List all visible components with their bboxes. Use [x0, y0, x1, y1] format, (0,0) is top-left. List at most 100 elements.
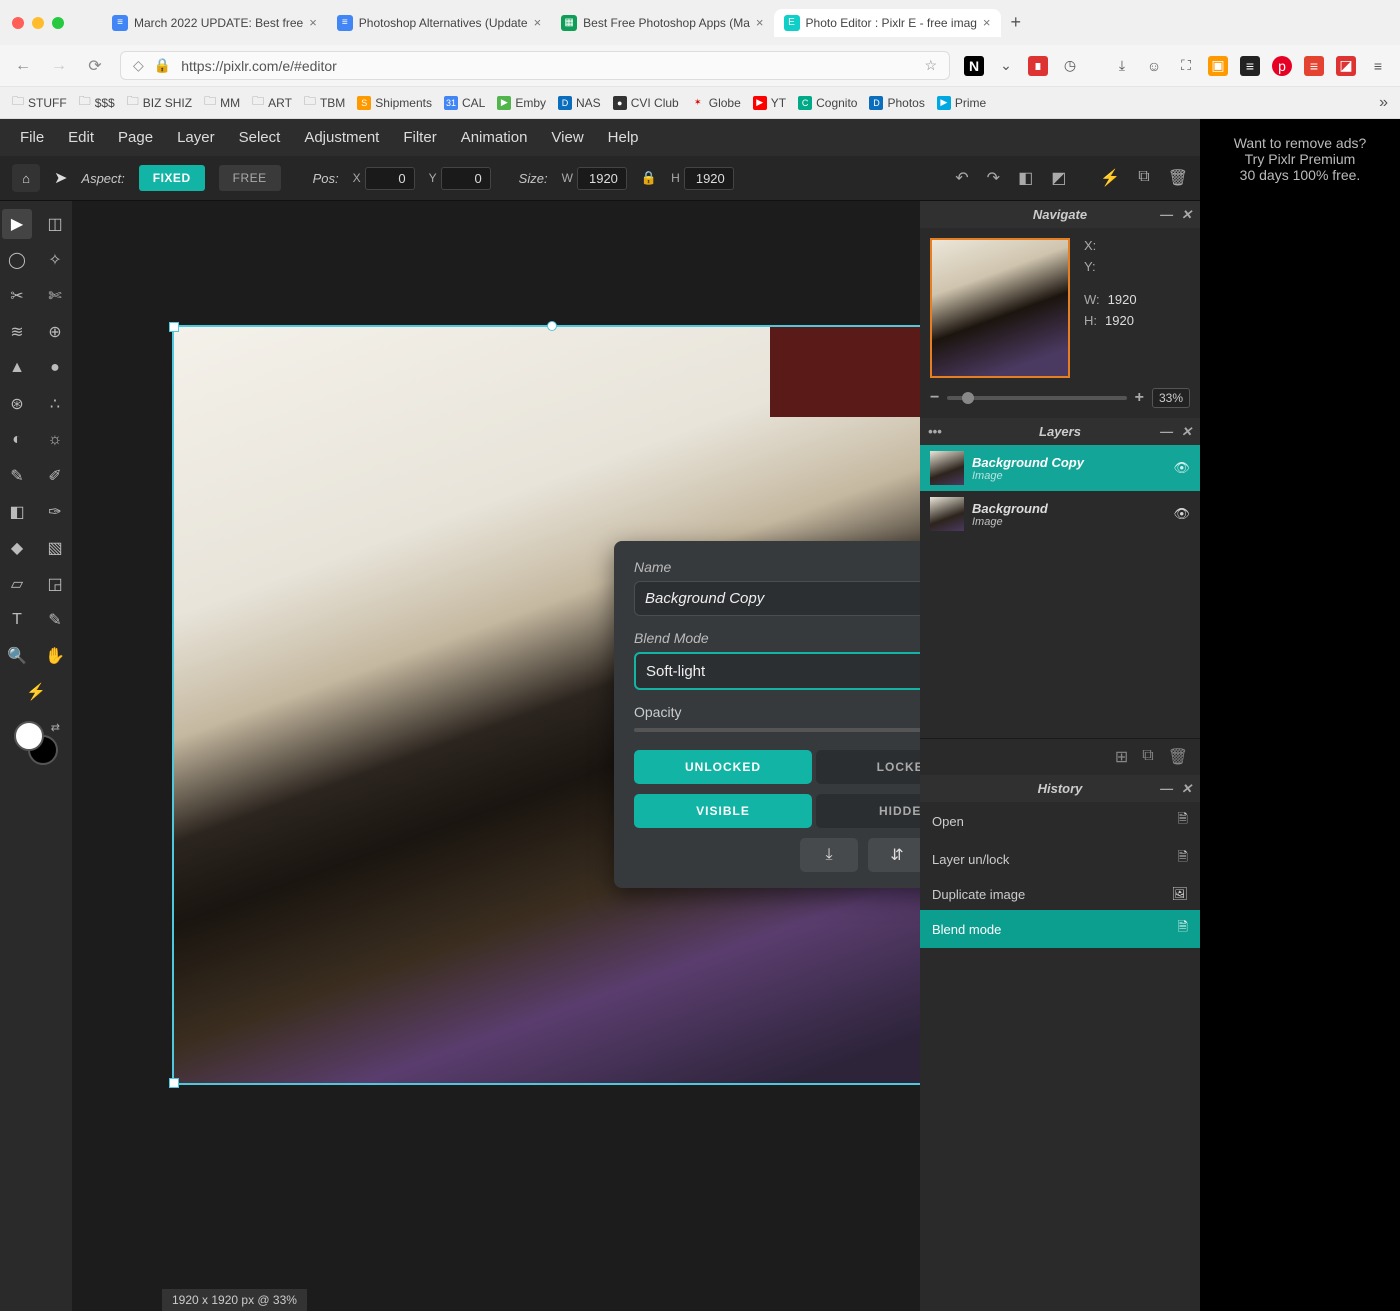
add-layer-icon[interactable]: ⊞ — [1115, 747, 1128, 767]
bookmark-nas[interactable]: DNAS — [558, 96, 601, 110]
marquee-tool[interactable]: ◫ — [40, 209, 70, 239]
window-close-dot[interactable] — [12, 17, 24, 29]
pinterest-icon[interactable]: p — [1272, 56, 1292, 76]
opacity-slider[interactable] — [634, 728, 920, 732]
bookmark-photos[interactable]: DPhotos — [869, 96, 924, 110]
rotate-handle[interactable] — [547, 321, 557, 331]
url-bar[interactable]: ◇ 🔒 https://pixlr.com/e/#editor ☆ — [120, 51, 950, 80]
foreground-color[interactable] — [14, 721, 44, 751]
layer-name-input[interactable] — [634, 581, 920, 616]
undo-icon[interactable]: ↶ — [955, 168, 968, 188]
aspect-free-button[interactable]: FREE — [219, 165, 281, 191]
menu-adjustment[interactable]: Adjustment — [304, 129, 379, 146]
back-button[interactable]: ← — [12, 57, 34, 75]
bookmark-emby[interactable]: ▶Emby — [497, 96, 546, 110]
todoist-icon[interactable]: ≡ — [1304, 56, 1324, 76]
aspect-lock-icon[interactable]: 🔒 — [641, 170, 657, 186]
menu-icon[interactable]: ≡ — [1368, 56, 1388, 76]
bookmark-folder[interactable]: 🗀BIZ SHIZ — [127, 92, 192, 113]
arrange-tool[interactable]: ▶ — [2, 209, 32, 239]
toning-tool[interactable]: ☼ — [40, 425, 70, 455]
close-icon[interactable]: × — [534, 15, 542, 30]
menu-select[interactable]: Select — [239, 129, 281, 146]
move-down-button[interactable]: ⤓ — [800, 838, 858, 872]
navigate-thumbnail[interactable] — [930, 238, 1070, 378]
locked-button[interactable]: LOCKED — [816, 750, 920, 784]
clock-icon[interactable]: ◷ — [1060, 56, 1080, 76]
history-item[interactable]: Layer un/lock🗎 — [920, 840, 1200, 878]
minimize-icon[interactable]: — — [1160, 781, 1173, 797]
slider-knob[interactable] — [962, 392, 974, 404]
menu-view[interactable]: View — [551, 129, 583, 146]
flip-h-icon[interactable]: ◧ — [1018, 168, 1033, 188]
fill-tool[interactable]: ◆ — [2, 533, 32, 563]
zoom-slider[interactable] — [947, 396, 1126, 400]
redo-icon[interactable]: ↷ — [987, 168, 1000, 188]
unlocked-button[interactable]: UNLOCKED — [634, 750, 812, 784]
delete-layer-icon[interactable]: 🗑 — [1168, 747, 1188, 767]
bookmark-folder[interactable]: 🗀ART — [252, 92, 292, 113]
text-tool[interactable]: T — [2, 605, 32, 635]
shape-tool[interactable]: ▱ — [2, 569, 32, 599]
visibility-icon[interactable]: 👁 — [1173, 506, 1190, 522]
duplicate-icon[interactable]: ⧉ — [1138, 168, 1149, 188]
visibility-icon[interactable]: 👁 — [1173, 460, 1190, 476]
menu-filter[interactable]: Filter — [403, 129, 436, 146]
new-tab-button[interactable]: + — [1001, 8, 1032, 37]
window-min-dot[interactable] — [32, 17, 44, 29]
bookmarks-overflow[interactable]: » — [1379, 94, 1388, 112]
frame-tool[interactable]: ◲ — [40, 569, 70, 599]
zoom-value[interactable]: 33% — [1152, 388, 1190, 408]
size-h-field[interactable]: 1920 — [684, 167, 734, 190]
move-middle-button[interactable]: ⇵ — [868, 838, 920, 872]
cutout-tool[interactable]: ✄ — [40, 281, 70, 311]
bookmark-folder[interactable]: 🗀TBM — [304, 92, 345, 113]
draw-tool[interactable]: ✐ — [40, 461, 70, 491]
lasso-tool[interactable]: ◯ — [2, 245, 32, 275]
tab-sheets[interactable]: ▦Best Free Photoshop Apps (Ma× — [551, 9, 773, 37]
menu-file[interactable]: File — [20, 129, 44, 146]
ext-black-icon[interactable]: ≡ — [1240, 56, 1260, 76]
quick-tool[interactable]: ⚡ — [21, 677, 51, 707]
clone-tool[interactable]: ▲ — [2, 353, 32, 383]
close-icon[interactable]: ✕ — [1181, 207, 1192, 223]
tab-pixlr[interactable]: EPhoto Editor : Pixlr E - free imag× — [774, 9, 1001, 37]
menu-help[interactable]: Help — [608, 129, 639, 146]
delete-icon[interactable]: 🗑 — [1168, 168, 1188, 188]
auto-icon[interactable]: ⚡ — [1100, 168, 1120, 188]
zoom-tool[interactable]: 🔍 — [2, 641, 32, 671]
history-item[interactable]: Blend mode🗎 — [920, 910, 1200, 948]
pocket-icon[interactable]: ⌄ — [996, 56, 1016, 76]
duplicate-layer-icon[interactable]: ⧉ — [1142, 747, 1153, 767]
disperse-tool[interactable]: ∴ — [40, 389, 70, 419]
blur-tool[interactable]: ● — [40, 353, 70, 383]
blend-mode-select[interactable]: Soft-light ▾ — [634, 652, 920, 690]
swap-colors-icon[interactable]: ⇄ — [51, 721, 60, 734]
reload-button[interactable]: ⟳ — [84, 56, 106, 76]
zoom-out-button[interactable]: − — [930, 389, 939, 407]
resize-handle[interactable] — [169, 1078, 179, 1088]
bookmark-folder[interactable]: 🗀$$$ — [79, 92, 115, 113]
tab-docs-1[interactable]: ≡March 2022 UPDATE: Best free× — [102, 9, 327, 37]
menu-layer[interactable]: Layer — [177, 129, 215, 146]
flip-v-icon[interactable]: ◩ — [1051, 168, 1066, 188]
tab-docs-2[interactable]: ≡Photoshop Alternatives (Update× — [327, 9, 551, 37]
layer-item[interactable]: Background Copy Image 👁 — [920, 445, 1200, 491]
sponge-tool[interactable]: ⊛ — [2, 389, 32, 419]
bookmark-yt[interactable]: ▶YT — [753, 96, 786, 110]
history-item[interactable]: Open🗎 — [920, 802, 1200, 840]
bookmark-cal[interactable]: 31CAL — [444, 96, 485, 110]
canvas-area[interactable]: 1920 x 1920 px @ 33% ✕ Name Blend Mode S… — [72, 201, 920, 1311]
forward-button[interactable]: → — [48, 57, 70, 75]
bookmark-prime[interactable]: ▶Prime — [937, 96, 986, 110]
home-button[interactable]: ⌂ — [12, 164, 40, 192]
close-icon[interactable]: × — [309, 15, 317, 30]
star-icon[interactable]: ☆ — [924, 57, 937, 74]
minimize-icon[interactable]: — — [1160, 424, 1173, 440]
aspect-fixed-button[interactable]: FIXED — [139, 165, 205, 191]
heal-tool[interactable]: ⊕ — [40, 317, 70, 347]
eraser-tool[interactable]: ◧ — [2, 497, 32, 527]
visible-button[interactable]: VISIBLE — [634, 794, 812, 828]
notion-icon[interactable]: N — [964, 56, 984, 76]
pos-x-field[interactable]: 0 — [365, 167, 415, 190]
